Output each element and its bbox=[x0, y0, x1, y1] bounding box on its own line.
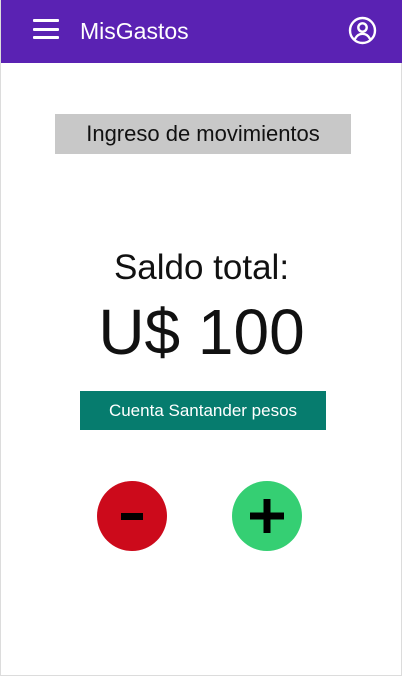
app-bar: MisGastos bbox=[1, 0, 402, 63]
account-selector-button[interactable]: Cuenta Santander pesos bbox=[80, 391, 326, 430]
subtract-expense-button[interactable] bbox=[97, 481, 167, 551]
minus-icon bbox=[121, 513, 143, 520]
hamburger-menu-icon[interactable] bbox=[33, 19, 59, 39]
add-income-button[interactable] bbox=[232, 481, 302, 551]
balance-label: Saldo total: bbox=[113, 248, 290, 287]
app-title: MisGastos bbox=[80, 18, 189, 44]
balance-amount: U$ 100 bbox=[98, 296, 305, 368]
plus-icon bbox=[250, 499, 284, 533]
section-heading: Ingreso de movimientos bbox=[55, 114, 351, 154]
account-circle-icon[interactable] bbox=[348, 16, 377, 45]
app-screen: MisGastos Ingreso de movimientos Saldo t… bbox=[0, 0, 402, 676]
